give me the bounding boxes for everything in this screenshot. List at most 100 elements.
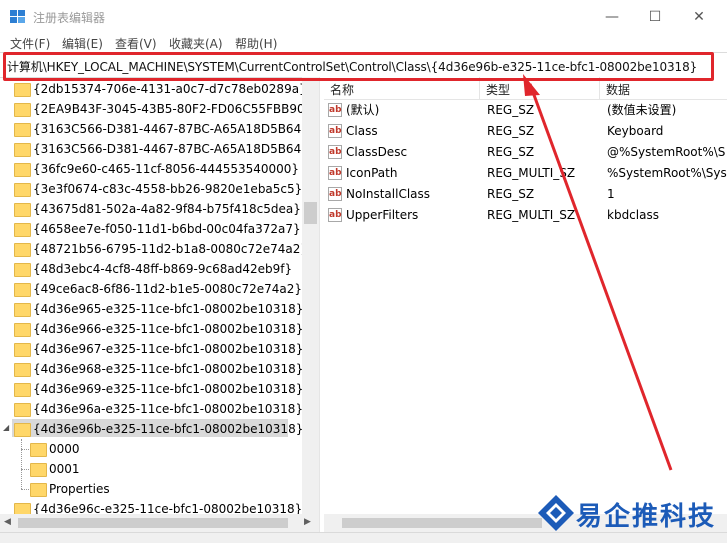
folder-icon xyxy=(30,483,47,497)
tree-item[interactable]: {3163C566-D381-4467-87BC-A65A18D5B648} xyxy=(0,119,302,139)
tree-item[interactable]: {4d36e969-e325-11ce-bfc1-08002be10318} xyxy=(0,379,302,399)
watermark: 易企推科技 xyxy=(536,493,726,533)
folder-icon xyxy=(30,463,47,477)
folder-icon xyxy=(30,443,47,457)
collapse-arrow-icon[interactable]: ◢ xyxy=(3,423,9,432)
folder-icon xyxy=(14,423,31,437)
tree-item[interactable]: {4d36e965-e325-11ce-bfc1-08002be10318} xyxy=(0,299,302,319)
folder-icon xyxy=(14,83,31,97)
folder-icon xyxy=(14,203,31,217)
minimize-button[interactable]: — xyxy=(589,4,635,30)
menu-favorites[interactable]: 收藏夹(A) xyxy=(169,35,223,52)
tree-item-label: {4d36e96a-e325-11ce-bfc1-08002be10318} xyxy=(33,402,302,416)
value-name: (默认) xyxy=(346,103,380,117)
string-value-icon: ab xyxy=(328,187,342,201)
tree-item[interactable]: {49ce6ac8-6f86-11d2-b1e5-0080c72e74a2} xyxy=(0,279,302,299)
tree-item-label: {49ce6ac8-6f86-11d2-b1e5-0080c72e74a2} xyxy=(33,282,302,296)
value-data: %SystemRoot%\Sys xyxy=(607,166,727,180)
tree-item[interactable]: {4d36e968-e325-11ce-bfc1-08002be10318} xyxy=(0,359,302,379)
tree-item-label: Properties xyxy=(49,482,110,496)
tree-item-label: {3163C566-D381-4467-87BC-A65A18D5B648} xyxy=(33,122,302,136)
maximize-button[interactable]: ☐ xyxy=(632,4,678,30)
tree-item-label: {3163C566-D381-4467-87BC-A65A18D5B649} xyxy=(33,142,302,156)
folder-icon xyxy=(14,143,31,157)
tree-vertical-scrollbar[interactable] xyxy=(302,77,319,514)
folder-icon xyxy=(14,383,31,397)
watermark-logo-icon xyxy=(538,495,574,531)
list-hscroll-thumb[interactable] xyxy=(342,518,542,528)
value-type: REG_MULTI_SZ xyxy=(487,208,576,222)
tree-item-label: {4d36e967-e325-11ce-bfc1-08002be10318} xyxy=(33,342,302,356)
folder-icon xyxy=(14,283,31,297)
tree-item-label: 0000 xyxy=(49,442,80,456)
tree-hscroll-thumb[interactable] xyxy=(18,518,288,528)
value-type: REG_MULTI_SZ xyxy=(487,166,576,180)
tree-item-label: {3e3f0674-c83c-4558-bb26-9820e1eba5c5} xyxy=(33,182,302,196)
tree-item-label: {4d36e965-e325-11ce-bfc1-08002be10318} xyxy=(33,302,302,316)
tree-item[interactable]: {4d36e96b-e325-11ce-bfc1-08002be10318} xyxy=(0,419,302,439)
value-type: REG_SZ xyxy=(487,103,535,117)
value-type: REG_SZ xyxy=(487,187,535,201)
folder-icon xyxy=(14,163,31,177)
tree-item[interactable]: {4d36e967-e325-11ce-bfc1-08002be10318} xyxy=(0,339,302,359)
tree-item[interactable]: {3163C566-D381-4467-87BC-A65A18D5B649} xyxy=(0,139,302,159)
key-tree: {2db15374-706e-4131-a0c7-d7c78eb0289a} {2… xyxy=(0,77,302,514)
tree-item-label: {2db15374-706e-4131-a0c7-d7c78eb0289a} xyxy=(33,82,302,96)
tree-item-label: {4d36e966-e325-11ce-bfc1-08002be10318} xyxy=(33,322,302,336)
tree-item[interactable]: {4658ee7e-f050-11d1-b6bd-00c04fa372a7} xyxy=(0,219,301,239)
tree-item[interactable]: {2db15374-706e-4131-a0c7-d7c78eb0289a} xyxy=(0,79,302,99)
value-type: REG_SZ xyxy=(487,124,535,138)
value-name: Class xyxy=(346,124,378,138)
folder-icon xyxy=(14,363,31,377)
folder-icon xyxy=(14,123,31,137)
tree-connector xyxy=(21,439,22,489)
value-type: REG_SZ xyxy=(487,145,535,159)
value-row[interactable]: ab UpperFilters REG_MULTI_SZ kbdclass xyxy=(324,205,727,226)
folder-icon xyxy=(14,403,31,417)
status-bar xyxy=(0,532,727,543)
value-data: (数值未设置) xyxy=(607,103,677,117)
tree-item[interactable]: {4d36e966-e325-11ce-bfc1-08002be10318} xyxy=(0,319,302,339)
folder-icon xyxy=(14,503,31,514)
close-button[interactable]: ✕ xyxy=(676,4,722,30)
scroll-left-arrow-icon[interactable]: ◀ xyxy=(4,517,11,527)
column-data[interactable]: 数据 xyxy=(606,81,630,98)
value-name: UpperFilters xyxy=(346,208,419,222)
menu-file[interactable]: 文件(F) xyxy=(10,35,50,52)
tree-item[interactable]: {3e3f0674-c83c-4558-bb26-9820e1eba5c5} xyxy=(0,179,302,199)
tree-item[interactable]: {48d3ebc4-4cf8-48ff-b869-9c68ad42eb9f} xyxy=(0,259,300,279)
tree-scroll-thumb[interactable] xyxy=(304,202,317,224)
tree-item[interactable]: {43675d81-502a-4a82-9f84-b75f418c5dea} xyxy=(0,199,301,219)
tree-item[interactable]: {36fc9e60-c465-11cf-8056-444553540000} xyxy=(0,159,300,179)
folder-icon xyxy=(14,223,31,237)
value-row[interactable]: ab Class REG_SZ Keyboard xyxy=(324,121,727,142)
tree-item-label: {4d36e969-e325-11ce-bfc1-08002be10318} xyxy=(33,382,302,396)
value-data: @%SystemRoot%\S xyxy=(607,145,726,159)
tree-item-label: {4658ee7e-f050-11d1-b6bd-00c04fa372a7} xyxy=(33,222,301,236)
tree-connector xyxy=(21,469,29,470)
menu-help[interactable]: 帮助(H) xyxy=(235,35,277,52)
tree-item[interactable]: {48721b56-6795-11d2-b1a8-0080c72e74a2} xyxy=(0,239,302,259)
string-value-icon: ab xyxy=(328,166,342,180)
string-value-icon: ab xyxy=(328,124,342,138)
tree-item-label: {4d36e96c-e325-11ce-bfc1-08002be10318} xyxy=(33,502,302,514)
tree-item-label: {4d36e96b-e325-11ce-bfc1-08002be10318} xyxy=(33,422,302,436)
string-value-icon: ab xyxy=(328,208,342,222)
string-value-icon: ab xyxy=(328,145,342,159)
tree-item-label: {4d36e968-e325-11ce-bfc1-08002be10318} xyxy=(33,362,302,376)
folder-icon xyxy=(14,323,31,337)
value-data: 1 xyxy=(607,187,615,201)
column-type[interactable]: 类型 xyxy=(486,81,510,98)
value-row[interactable]: ab NoInstallClass REG_SZ 1 xyxy=(324,184,727,205)
value-row[interactable]: ab (默认) REG_SZ (数值未设置) xyxy=(324,100,727,121)
tree-item[interactable]: {2EA9B43F-3045-43B5-80F2-FD06C55FBB90} xyxy=(0,99,302,119)
scroll-right-arrow-icon[interactable]: ▶ xyxy=(304,517,311,527)
menu-edit[interactable]: 编辑(E) xyxy=(62,35,103,52)
tree-item[interactable]: {4d36e96a-e325-11ce-bfc1-08002be10318} xyxy=(0,399,302,419)
value-row[interactable]: ab ClassDesc REG_SZ @%SystemRoot%\S xyxy=(324,142,727,163)
menu-bar: 文件(F) 编辑(E) 查看(V) 收藏夹(A) 帮助(H) xyxy=(0,32,727,52)
menu-view[interactable]: 查看(V) xyxy=(115,35,157,52)
registry-app-icon xyxy=(10,10,25,23)
column-name[interactable]: 名称 xyxy=(330,81,354,98)
value-row[interactable]: ab IconPath REG_MULTI_SZ %SystemRoot%\Sys xyxy=(324,163,727,184)
